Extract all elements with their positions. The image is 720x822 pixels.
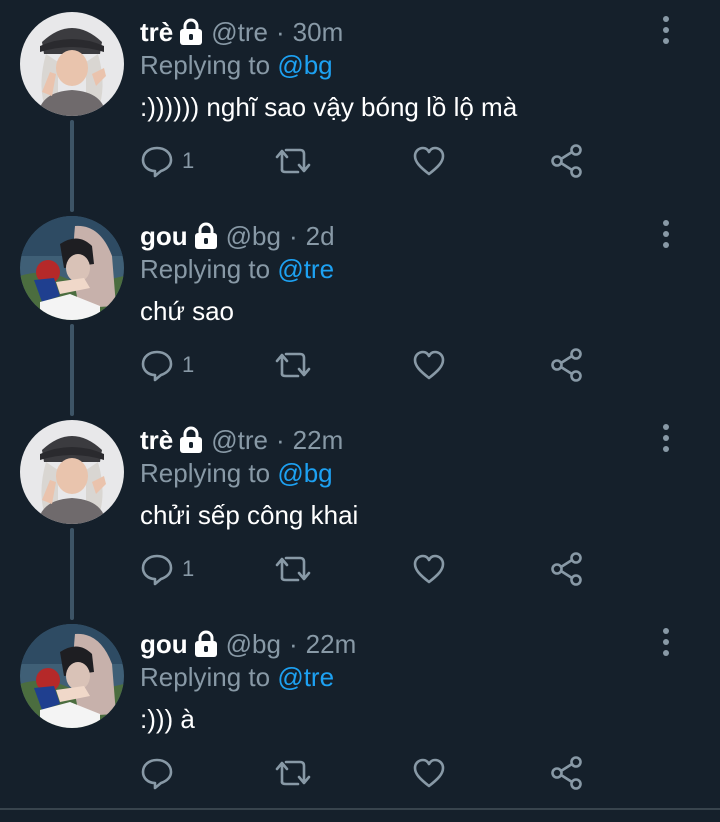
tweet-header: trè @tre · 22m [140, 422, 343, 458]
more-vertical-icon[interactable] [656, 626, 676, 658]
lock-icon [194, 222, 218, 250]
replying-to: Replying to @bg [140, 50, 333, 81]
heart-icon [413, 758, 445, 788]
lock-icon [179, 426, 203, 454]
heart-icon [413, 554, 445, 584]
display-name[interactable]: trè [140, 425, 173, 456]
share-button[interactable] [550, 748, 584, 798]
retweet-icon [275, 556, 311, 582]
replying-to: Replying to @tre [140, 662, 334, 693]
reply-button[interactable] [140, 748, 182, 798]
separator-dot: · [288, 628, 298, 659]
heart-icon [413, 146, 445, 176]
more-vertical-icon[interactable] [656, 218, 676, 250]
retweet-icon [275, 148, 311, 174]
tweet-text: :))) à [140, 704, 195, 734]
lock-icon [179, 18, 203, 46]
tweet-text: :)))))) nghĩ sao vậy bóng lồ lộ mà [140, 92, 518, 122]
avatar[interactable] [20, 12, 124, 116]
more-vertical-icon[interactable] [656, 422, 676, 454]
share-icon [551, 756, 582, 790]
like-button[interactable] [412, 136, 446, 186]
separator-dot: · [276, 424, 285, 455]
display-name[interactable]: trè [140, 17, 173, 48]
tweet-actions [140, 748, 600, 798]
lock-icon [194, 630, 218, 658]
separator-dot: · [276, 16, 285, 47]
tweet[interactable]: trè @tre · 30m Replying to @bg :)))))) n… [0, 0, 720, 204]
reply-count: 1 [182, 352, 195, 377]
tweet-text: chứ sao [140, 296, 235, 326]
replying-to-label: Replying to [140, 458, 271, 488]
tweet-header: trè @tre · 30m [140, 14, 343, 50]
replying-to-label: Replying to [140, 662, 271, 692]
reply-icon [141, 554, 173, 586]
user-handle[interactable]: @bg [226, 221, 281, 252]
mention-link[interactable]: @bg [277, 458, 332, 488]
reply-icon [141, 758, 173, 790]
share-button[interactable] [550, 544, 584, 594]
tweet-text: chửi sếp công khai [140, 500, 359, 530]
timestamp[interactable]: 30m [293, 17, 344, 48]
mention-link[interactable]: @tre [277, 662, 334, 692]
timestamp[interactable]: 22m [306, 629, 357, 660]
share-icon [551, 348, 582, 382]
replying-to-label: Replying to [140, 254, 271, 284]
share-button[interactable] [550, 136, 584, 186]
replying-to: Replying to @bg [140, 458, 333, 489]
user-handle[interactable]: @bg [226, 629, 281, 660]
mention-link[interactable]: @bg [277, 50, 332, 80]
reply-button[interactable]: 1 [140, 544, 194, 594]
avatar[interactable] [20, 420, 124, 524]
avatar[interactable] [20, 216, 124, 320]
display-name[interactable]: gou [140, 629, 188, 660]
tweet-header: gou @bg · 2d [140, 218, 335, 254]
share-icon [551, 552, 582, 586]
retweet-button[interactable] [274, 748, 312, 798]
timestamp[interactable]: 2d [306, 221, 335, 252]
reply-button[interactable]: 1 [140, 136, 194, 186]
tweet-thread: trè @tre · 30m Replying to @bg :)))))) n… [0, 0, 720, 822]
tweet[interactable]: gou @bg · 22m Replying to @tre :))) à [0, 612, 720, 816]
retweet-button[interactable] [274, 340, 312, 390]
like-button[interactable] [412, 544, 446, 594]
like-button[interactable] [412, 340, 446, 390]
heart-icon [413, 350, 445, 380]
retweet-icon [275, 760, 311, 786]
share-icon [551, 144, 582, 178]
user-handle[interactable]: @tre [211, 425, 268, 456]
divider [0, 808, 720, 810]
reply-count: 1 [182, 556, 195, 581]
reply-icon [141, 350, 173, 382]
replying-to-label: Replying to [140, 50, 271, 80]
like-button[interactable] [412, 748, 446, 798]
share-button[interactable] [550, 340, 584, 390]
tweet-actions: 1 [140, 544, 600, 594]
tweet-actions: 1 [140, 340, 600, 390]
display-name[interactable]: gou [140, 221, 188, 252]
retweet-button[interactable] [274, 136, 312, 186]
more-vertical-icon[interactable] [656, 14, 676, 46]
tweet-actions: 1 [140, 136, 600, 186]
retweet-button[interactable] [274, 544, 312, 594]
reply-count: 1 [182, 148, 195, 173]
timestamp[interactable]: 22m [293, 425, 344, 456]
tweet-header: gou @bg · 22m [140, 626, 356, 662]
reply-icon [141, 146, 173, 178]
separator-dot: · [288, 220, 298, 251]
mention-link[interactable]: @tre [277, 254, 334, 284]
user-handle[interactable]: @tre [211, 17, 268, 48]
tweet[interactable]: gou @bg · 2d Replying to @tre chứ sao 1 [0, 204, 720, 408]
retweet-icon [275, 352, 311, 378]
tweet[interactable]: trè @tre · 22m Replying to @bg chửi sếp … [0, 408, 720, 612]
replying-to: Replying to @tre [140, 254, 334, 285]
reply-button[interactable]: 1 [140, 340, 194, 390]
avatar[interactable] [20, 624, 124, 728]
